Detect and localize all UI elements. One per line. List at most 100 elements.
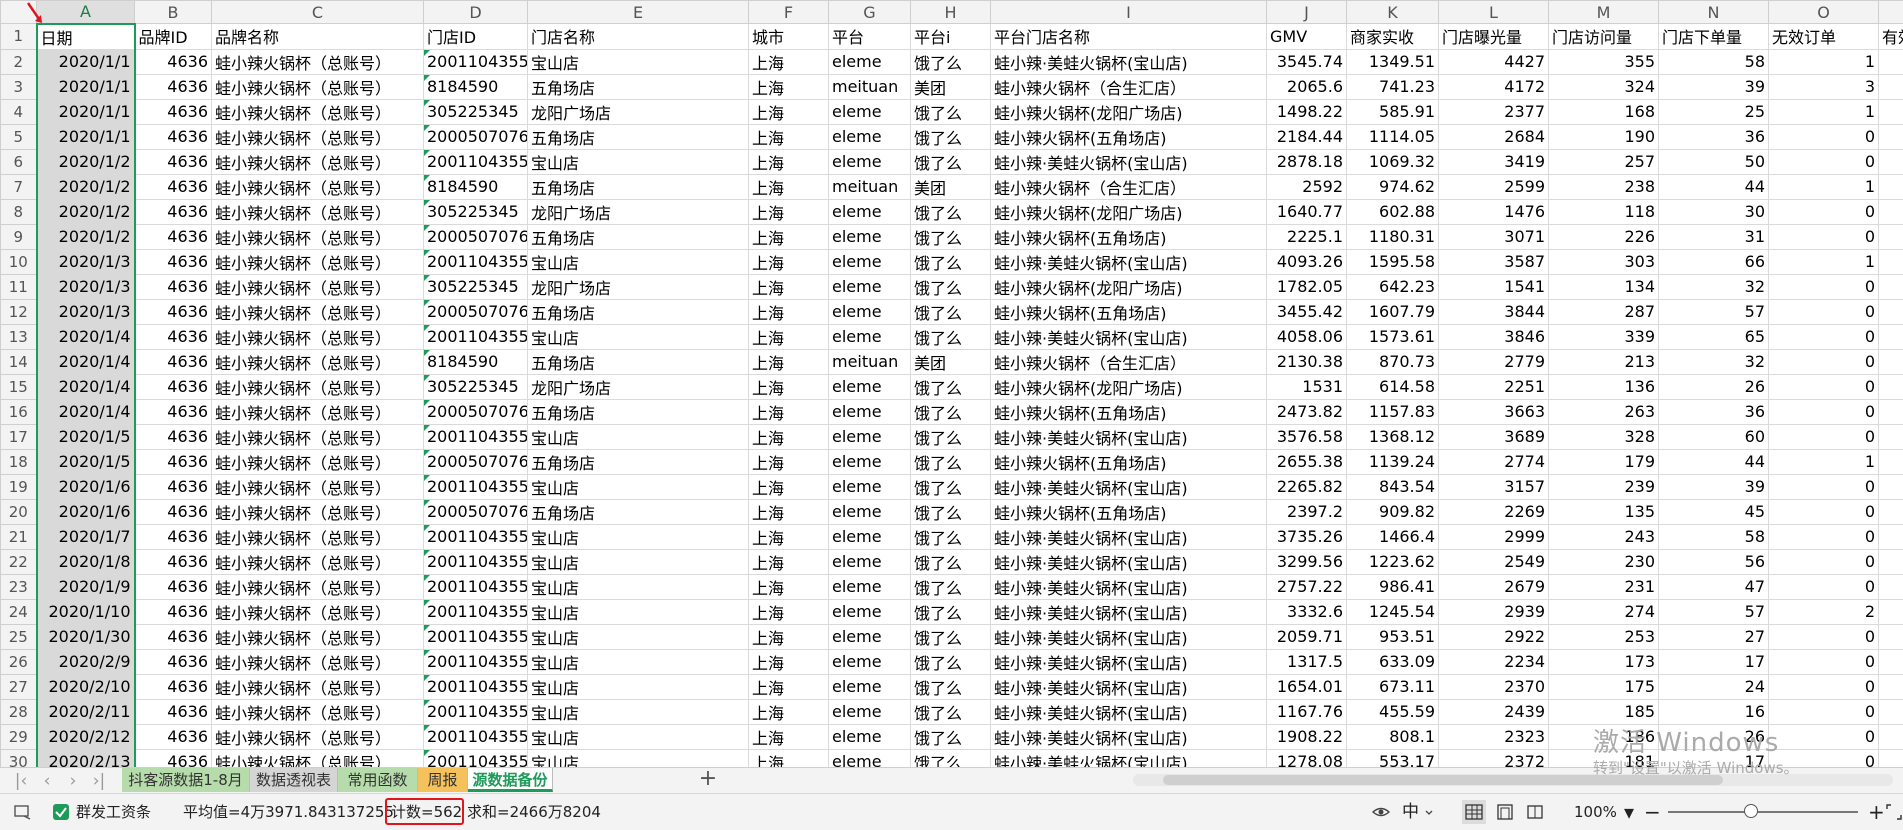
cell[interactable]: 8184590 — [424, 174, 528, 199]
cell[interactable]: 宝山店 — [528, 474, 749, 499]
cell[interactable]: 蛙小辣火锅杯（总账号） — [212, 574, 424, 599]
cell[interactable]: 3587 — [1439, 249, 1549, 274]
cell[interactable] — [1879, 399, 1903, 424]
row-number[interactable]: 17 — [1, 424, 37, 449]
header-cell[interactable]: 平台i — [911, 24, 991, 50]
cell[interactable]: 27 — [1659, 624, 1769, 649]
cell[interactable]: 1 — [1769, 249, 1879, 274]
cell[interactable]: 蛙小辣·美蛙火锅杯(宝山店) — [991, 724, 1267, 749]
table-row[interactable]: 132020/1/44636蛙小辣火锅杯（总账号）2001104355宝山店上海… — [1, 324, 1903, 349]
cell[interactable]: 宝山店 — [528, 649, 749, 674]
cell[interactable]: 2655.38 — [1267, 449, 1347, 474]
cell[interactable]: 2370 — [1439, 674, 1549, 699]
cell[interactable]: 3157 — [1439, 474, 1549, 499]
cell[interactable]: 上海 — [749, 624, 829, 649]
cell[interactable]: 0 — [1769, 199, 1879, 224]
table-row[interactable]: 42020/1/14636蛙小辣火锅杯（总账号）305225345龙阳广场店上海… — [1, 99, 1903, 124]
horizontal-scrollbar[interactable] — [1133, 774, 1893, 786]
cell[interactable]: 蛙小辣火锅杯(五角场店) — [991, 399, 1267, 424]
eye-protection-icon[interactable] — [1372, 803, 1390, 821]
cell[interactable]: 上海 — [749, 274, 829, 299]
row-number[interactable]: 15 — [1, 374, 37, 399]
cell[interactable]: 饿了么 — [911, 224, 991, 249]
zoom-in-icon[interactable]: + — [1868, 794, 1885, 830]
cell[interactable]: 蛙小辣火锅杯（总账号） — [212, 524, 424, 549]
cell[interactable]: 303 — [1549, 249, 1659, 274]
cell[interactable]: eleme — [829, 474, 911, 499]
cell[interactable]: 305225345 — [424, 99, 528, 124]
cell[interactable]: 2020/1/5 — [37, 424, 135, 449]
cell[interactable]: 1223.62 — [1347, 549, 1439, 574]
cell[interactable]: 2001104355 — [424, 699, 528, 724]
cell[interactable]: 3846 — [1439, 324, 1549, 349]
cell[interactable]: 宝山店 — [528, 249, 749, 274]
cell[interactable]: 2549 — [1439, 549, 1549, 574]
cell[interactable]: 614.58 — [1347, 374, 1439, 399]
cell[interactable]: 2592 — [1267, 174, 1347, 199]
cell[interactable]: eleme — [829, 49, 911, 74]
cell[interactable]: 蛙小辣火锅杯（总账号） — [212, 749, 424, 767]
cell[interactable]: 1245.54 — [1347, 599, 1439, 624]
next-sheet-icon[interactable]: › — [60, 771, 86, 791]
cell[interactable]: 蛙小辣·美蛙火锅杯(宝山店) — [991, 49, 1267, 74]
cell[interactable]: eleme — [829, 424, 911, 449]
table-row[interactable]: 82020/1/24636蛙小辣火锅杯（总账号）305225345龙阳广场店上海… — [1, 199, 1903, 224]
cell[interactable]: 2 — [1769, 599, 1879, 624]
cell[interactable]: 4636 — [135, 549, 212, 574]
cell[interactable]: 305225345 — [424, 199, 528, 224]
cell[interactable]: 美团 — [911, 174, 991, 199]
row-number[interactable]: 16 — [1, 399, 37, 424]
cell[interactable]: 741.23 — [1347, 74, 1439, 99]
table-row[interactable]: 62020/1/24636蛙小辣火锅杯（总账号）2001104355宝山店上海e… — [1, 149, 1903, 174]
cell[interactable]: 974.62 — [1347, 174, 1439, 199]
cell[interactable]: 25 — [1659, 99, 1769, 124]
sheet-tab[interactable]: 源数据备份 — [468, 768, 553, 792]
cell[interactable]: 五角场店 — [528, 224, 749, 249]
cell[interactable]: 2001104355 — [424, 249, 528, 274]
table-row[interactable]: 122020/1/34636蛙小辣火锅杯（总账号）2000507076五角场店上… — [1, 299, 1903, 324]
cell[interactable]: 26 — [1659, 374, 1769, 399]
cell[interactable]: 32 — [1659, 274, 1769, 299]
cell[interactable] — [1879, 274, 1903, 299]
cell[interactable]: 蛙小辣·美蛙火锅杯(宝山店) — [991, 524, 1267, 549]
table-row[interactable]: 292020/2/124636蛙小辣火锅杯（总账号）2001104355宝山店上… — [1, 724, 1903, 749]
cell[interactable] — [1879, 674, 1903, 699]
cell[interactable]: 1180.31 — [1347, 224, 1439, 249]
row-number[interactable]: 13 — [1, 324, 37, 349]
cell[interactable]: 1 — [1769, 99, 1879, 124]
normal-view-icon[interactable] — [1462, 800, 1486, 824]
cell[interactable]: 2000507076 — [424, 449, 528, 474]
cell[interactable]: 2939 — [1439, 599, 1549, 624]
cell[interactable]: 58 — [1659, 524, 1769, 549]
cell[interactable]: 饿了么 — [911, 674, 991, 699]
row-number[interactable]: 30 — [1, 749, 37, 767]
table-row[interactable]: 202020/1/64636蛙小辣火锅杯（总账号）2000507076五角场店上… — [1, 499, 1903, 524]
cell[interactable]: 2020/1/30 — [37, 624, 135, 649]
cell[interactable]: 0 — [1769, 724, 1879, 749]
cell[interactable]: 4636 — [135, 324, 212, 349]
cell[interactable]: 39 — [1659, 474, 1769, 499]
row-number[interactable]: 4 — [1, 99, 37, 124]
cell[interactable]: 0 — [1769, 749, 1879, 767]
cell[interactable] — [1879, 374, 1903, 399]
cell[interactable]: 30 — [1659, 199, 1769, 224]
cell[interactable]: 饿了么 — [911, 49, 991, 74]
cell[interactable]: 0 — [1769, 699, 1879, 724]
cell[interactable]: 4636 — [135, 474, 212, 499]
cell[interactable]: 饿了么 — [911, 474, 991, 499]
cell[interactable]: 上海 — [749, 199, 829, 224]
cell[interactable]: 47 — [1659, 574, 1769, 599]
cell[interactable]: 2020/1/3 — [37, 299, 135, 324]
row-number[interactable]: 2 — [1, 49, 37, 74]
cell[interactable]: 龙阳广场店 — [528, 274, 749, 299]
cell[interactable] — [1879, 574, 1903, 599]
cell[interactable]: 2323 — [1439, 724, 1549, 749]
cell[interactable]: 宝山店 — [528, 574, 749, 599]
cell[interactable]: 328 — [1549, 424, 1659, 449]
cell[interactable]: 蛙小辣火锅杯（总账号） — [212, 499, 424, 524]
cell[interactable]: 2001104355 — [424, 549, 528, 574]
cell[interactable]: eleme — [829, 99, 911, 124]
cell[interactable]: 饿了么 — [911, 124, 991, 149]
cell[interactable]: 饿了么 — [911, 724, 991, 749]
cell[interactable]: 上海 — [749, 374, 829, 399]
